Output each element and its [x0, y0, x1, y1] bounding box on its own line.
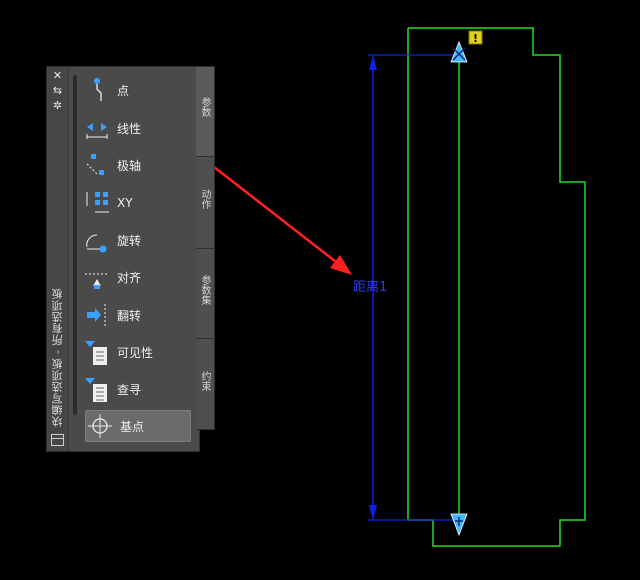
rotation-param-icon — [86, 234, 107, 253]
tool-visibility[interactable]: 可见性 — [83, 337, 191, 367]
tool-flip[interactable]: 翻转 — [83, 300, 191, 330]
tool-label: 旋转 — [117, 233, 142, 248]
block-outline[interactable] — [407, 27, 586, 547]
properties-icon[interactable]: ✲ — [51, 100, 64, 111]
tool-label: 可见性 — [117, 345, 154, 360]
palette-menu-icon[interactable] — [51, 434, 64, 446]
dimension-arrow-bottom — [369, 505, 377, 520]
tool-point[interactable]: 点 — [83, 75, 191, 105]
tool-label: XY — [117, 196, 133, 210]
tool-label: 对齐 — [117, 270, 142, 285]
warning-badge-text: ! — [473, 32, 478, 45]
flip-param-icon — [87, 304, 106, 328]
tool-alignment[interactable]: 对齐 — [83, 262, 191, 292]
dimension-label[interactable]: 距离1 — [353, 279, 387, 295]
alignment-param-icon — [85, 273, 109, 289]
block-authoring-palette: ✕ ⇆ ✲ 块编写选项板 - 所有选项板 点 线性 极轴 XY 旋转 对齐 翻转… — [46, 66, 200, 452]
tab-parameter-sets[interactable]: 参数集 — [196, 248, 215, 340]
tool-polar[interactable]: 极轴 — [83, 150, 191, 180]
tool-basepoint[interactable]: 基点 — [85, 410, 191, 442]
visibility-param-icon — [85, 341, 107, 365]
linear-param-icon — [86, 123, 108, 139]
tool-lookup[interactable]: 查寻 — [83, 374, 191, 404]
grip-bottom-icon[interactable] — [450, 513, 468, 537]
tool-label: 基点 — [120, 419, 145, 434]
tab-constraints[interactable]: 约束 — [196, 338, 215, 430]
tool-label: 查寻 — [117, 382, 142, 397]
dimension-arrow-top — [369, 55, 377, 70]
autohide-icon[interactable]: ⇆ — [51, 85, 64, 96]
tool-label: 点 — [117, 83, 130, 98]
tool-rotation[interactable]: 旋转 — [83, 225, 191, 255]
basepoint-param-icon — [88, 414, 112, 438]
tab-label: 约束 — [199, 371, 210, 391]
lookup-param-icon — [85, 378, 107, 402]
tab-label: 参数 — [199, 97, 210, 117]
tab-label: 动作 — [199, 189, 210, 209]
palette-content: 点 线性 极轴 XY 旋转 对齐 翻转 可见性 查寻 基点 — [69, 67, 199, 451]
point-param-icon — [94, 78, 102, 101]
palette-title-strip[interactable]: ✕ ⇆ ✲ 块编写选项板 - 所有选项板 — [47, 67, 69, 451]
tool-xy[interactable]: XY — [83, 188, 191, 218]
xy-param-icon — [86, 192, 109, 213]
tab-actions[interactable]: 动作 — [196, 156, 215, 250]
tool-label: 线性 — [117, 121, 142, 136]
palette-title: 块编写选项板 - 所有选项板 — [51, 288, 64, 427]
scrollbar[interactable] — [73, 75, 77, 415]
palette-tabs: 参数 动作 参数集 约束 — [196, 66, 215, 450]
polar-param-icon — [86, 154, 104, 175]
tool-linear[interactable]: 线性 — [83, 113, 191, 143]
grip-top-icon[interactable] — [450, 40, 468, 63]
tool-label: 极轴 — [117, 158, 142, 173]
close-icon[interactable]: ✕ — [51, 70, 64, 81]
tab-label: 参数集 — [199, 275, 210, 305]
tab-parameters[interactable]: 参数 — [196, 66, 215, 158]
tool-label: 翻转 — [117, 308, 142, 323]
callout-arrowhead — [330, 255, 352, 275]
